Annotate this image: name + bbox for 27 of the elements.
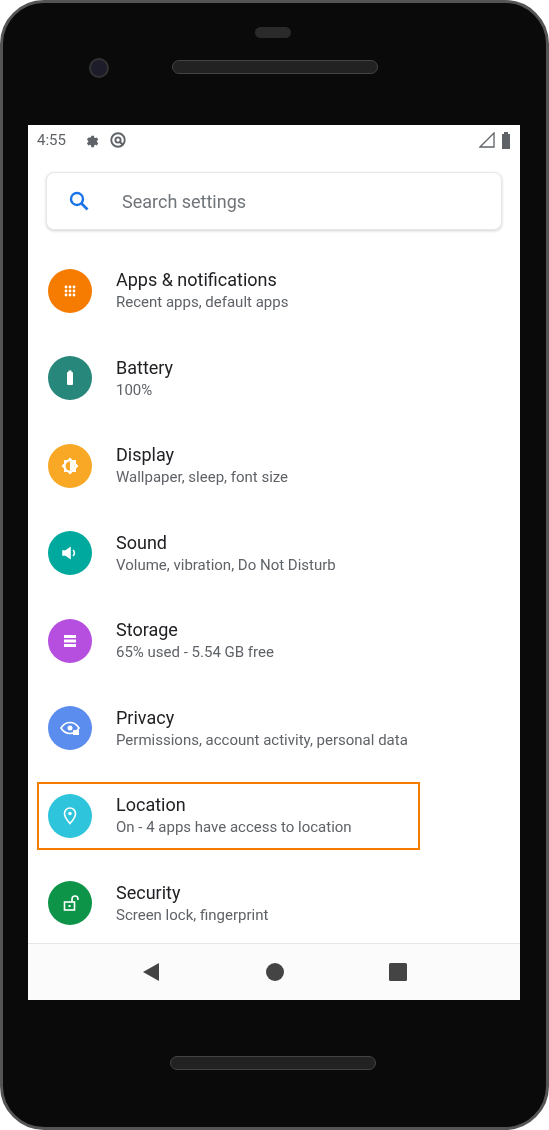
setting-title[interactable]: Apps & notifications bbox=[116, 268, 289, 293]
sensor-slot bbox=[255, 27, 291, 38]
setting-summary: Screen lock, fingerprint bbox=[116, 904, 269, 926]
setting-title[interactable]: Battery bbox=[116, 355, 174, 380]
setting-title[interactable]: Privacy bbox=[116, 705, 408, 730]
camera-icon bbox=[89, 58, 109, 78]
overview-button[interactable] bbox=[389, 963, 408, 981]
setting-summary: Recent apps, default apps bbox=[116, 292, 289, 314]
search-icon bbox=[67, 189, 91, 213]
setting-summary: Wallpaper, sleep, font size bbox=[116, 467, 289, 489]
home-button[interactable] bbox=[266, 963, 284, 981]
setting-title[interactable]: Location bbox=[116, 793, 352, 818]
setting-title[interactable]: Sound bbox=[116, 530, 336, 555]
setting-summary: Permissions, account activity, personal data bbox=[116, 729, 408, 751]
search-bar[interactable]: Search settings bbox=[46, 172, 502, 230]
setting-summary: On - 4 apps have access to location bbox=[116, 817, 352, 839]
battery-icon bbox=[501, 131, 511, 149]
at-sign-icon bbox=[108, 131, 127, 149]
setting-title[interactable]: Display bbox=[116, 443, 289, 468]
search-field[interactable]: Search settings bbox=[122, 187, 481, 215]
setting-summary: 100% bbox=[116, 379, 154, 401]
setting-title[interactable]: Security bbox=[116, 880, 269, 905]
setting-summary: Volume, vibration, Do Not Disturb bbox=[116, 554, 336, 576]
setting-summary: 65% used - 5.54 GB free bbox=[116, 642, 274, 664]
signal-icon bbox=[479, 132, 495, 148]
clock: 4:55 bbox=[37, 129, 66, 151]
setting-title[interactable]: Storage bbox=[116, 618, 274, 643]
